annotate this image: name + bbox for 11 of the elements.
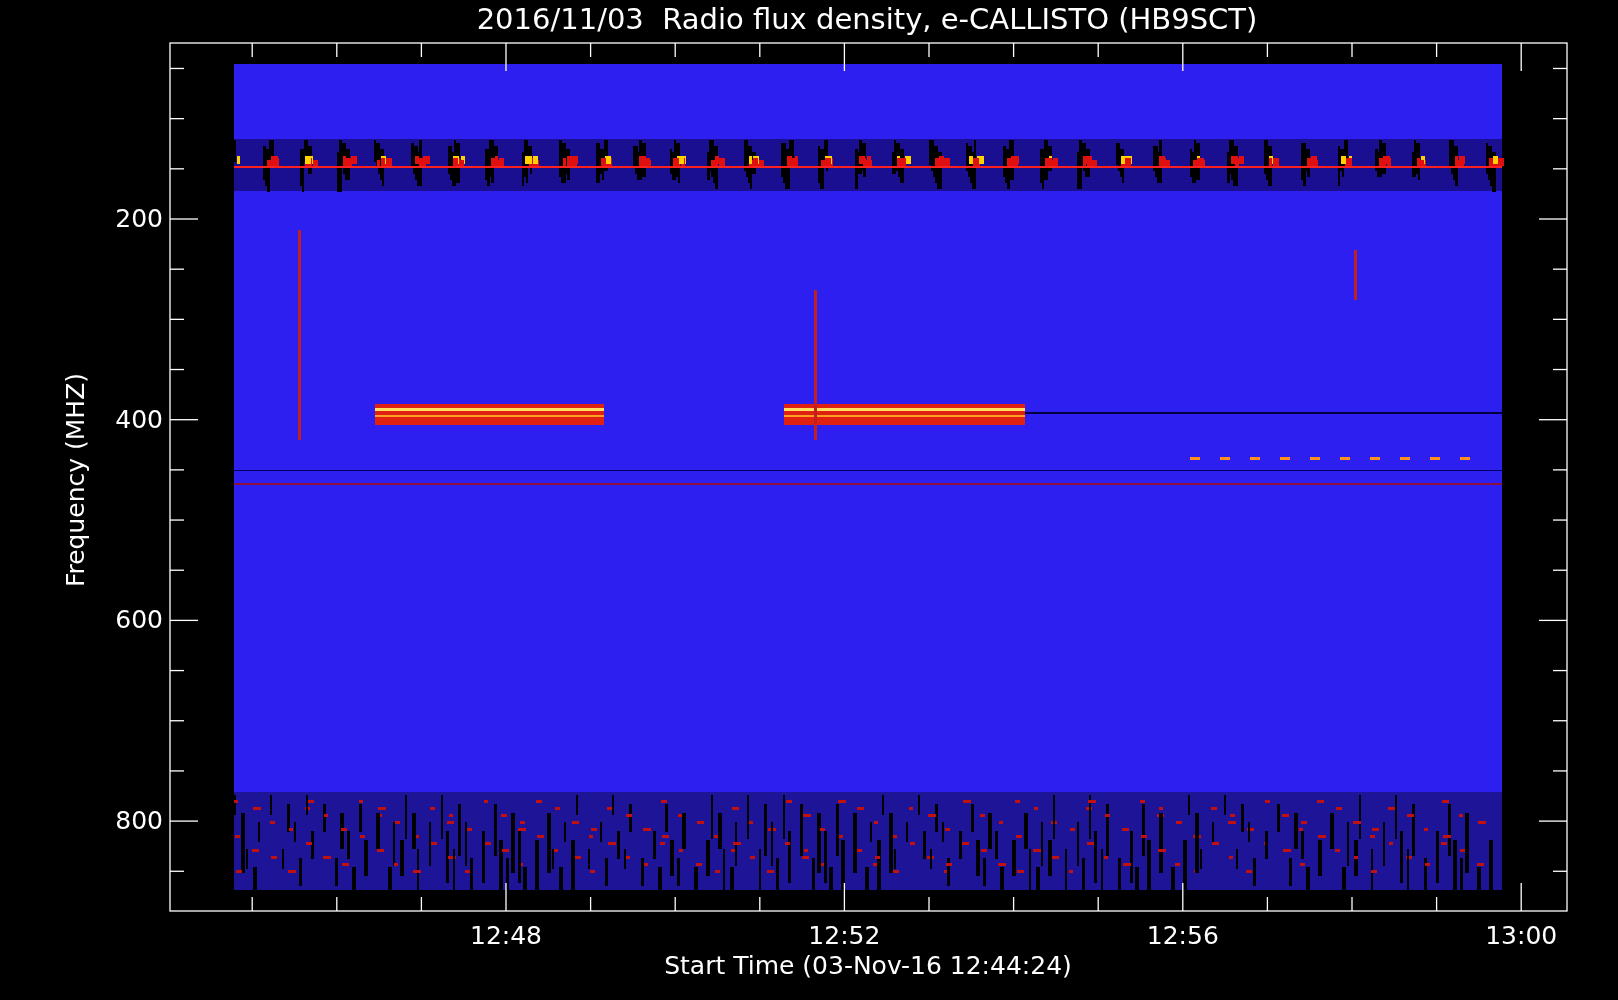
- tick-label: 13:00: [1485, 923, 1558, 948]
- axis-label: Frequency (MHZ): [62, 372, 88, 588]
- tick-label: 800: [115, 808, 163, 834]
- plot-title: 2016/11/03 Radio flux density, e-CALLISTO (HB9SCT): [476, 5, 1258, 34]
- tick-label: 12:52: [808, 923, 881, 948]
- tick-label: 600: [115, 607, 163, 633]
- tick-label: 200: [115, 206, 163, 231]
- tick-label: 12:48: [470, 923, 542, 948]
- tick-label: 12:56: [1146, 923, 1219, 948]
- tick-label: 400: [115, 406, 163, 432]
- axis-label: Start Time (03-Nov-16 12:44:24): [664, 953, 1072, 978]
